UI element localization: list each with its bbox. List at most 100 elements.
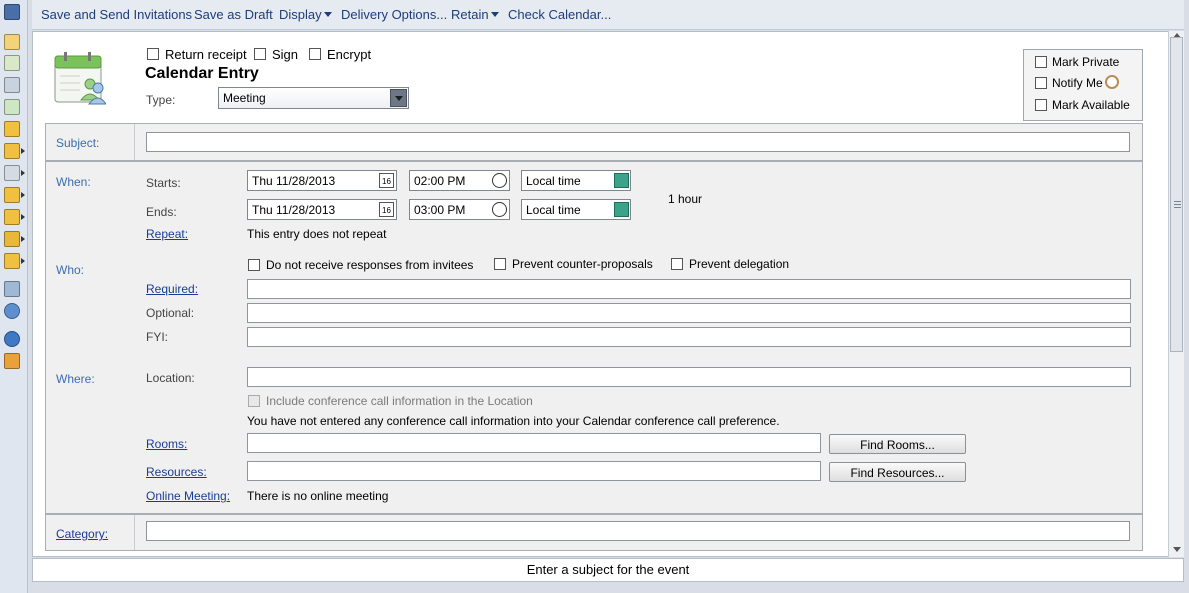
display-menu[interactable]: Display [279, 7, 332, 22]
globe-icon[interactable] [4, 303, 20, 319]
type-select[interactable]: Meeting [218, 87, 409, 109]
start-date-field[interactable]: Thu 11/28/2013 16 [247, 170, 397, 191]
prevent-delegation-checkbox[interactable] [671, 258, 683, 270]
end-date-field[interactable]: Thu 11/28/2013 16 [247, 199, 397, 220]
alarm-clock-icon[interactable] [1105, 75, 1119, 89]
arrow-right-icon[interactable] [21, 148, 25, 154]
scroll-down-icon[interactable] [1173, 547, 1181, 552]
start-date-value: Thu 11/28/2013 [252, 174, 336, 188]
retain-menu[interactable]: Retain [451, 7, 499, 22]
rooms-link[interactable]: Rooms: [146, 437, 187, 451]
prevent-delegation-label: Prevent delegation [689, 257, 790, 271]
conference-note: You have not entered any conference call… [247, 414, 780, 428]
folder-icon[interactable] [4, 187, 20, 203]
contacts-icon[interactable] [4, 77, 20, 93]
calendar-picker-icon[interactable]: 16 [379, 202, 394, 217]
end-time-field[interactable]: 03:00 PM [409, 199, 510, 220]
end-timezone-field[interactable]: Local time [521, 199, 631, 220]
notify-me-checkbox[interactable] [1035, 77, 1047, 89]
required-link[interactable]: Required: [146, 282, 198, 296]
find-resources-button[interactable]: Find Resources... [829, 462, 966, 482]
fyi-label: FYI: [146, 330, 169, 344]
optional-input[interactable] [247, 303, 1131, 323]
clock-icon[interactable] [492, 173, 507, 188]
new-mail-icon[interactable] [4, 34, 20, 50]
folder-icon[interactable] [4, 209, 20, 225]
delivery-options-button[interactable]: Delivery Options... [341, 7, 447, 22]
where-label: Where: [56, 372, 95, 386]
save-as-draft-button[interactable]: Save as Draft [194, 7, 273, 22]
layout-icon[interactable] [4, 165, 20, 181]
calendar-icon[interactable] [4, 55, 20, 71]
calendar-badge: 16 [382, 206, 391, 215]
mark-available-checkbox[interactable] [1035, 99, 1047, 111]
arrow-right-icon[interactable] [21, 192, 25, 198]
globe-icon[interactable] [614, 202, 629, 217]
conference-checkbox[interactable] [248, 395, 260, 407]
no-responses-checkbox[interactable] [248, 259, 260, 271]
caret-down-icon [490, 12, 499, 17]
vertical-scrollbar[interactable] [1168, 31, 1184, 557]
folder-icon[interactable] [4, 253, 20, 269]
options-panel: Mark Private Notify Me Mark Available [1023, 49, 1143, 121]
required-input[interactable] [247, 279, 1131, 299]
arrow-right-icon[interactable] [21, 214, 25, 220]
calendar-entry-icon [54, 50, 107, 106]
globe-icon[interactable] [614, 173, 629, 188]
category-link[interactable]: Category: [56, 527, 108, 541]
encrypt-checkbox[interactable] [309, 48, 321, 60]
starts-label: Starts: [146, 176, 181, 190]
optional-label: Optional: [146, 306, 195, 320]
mark-available-label: Mark Available [1052, 98, 1130, 112]
resources-link[interactable]: Resources: [146, 465, 207, 479]
subject-section: Subject: [45, 123, 1143, 161]
status-text: Enter a subject for the event [526, 562, 690, 577]
save-and-send-button[interactable]: Save and Send Invitations [41, 7, 192, 22]
arrow-right-icon[interactable] [21, 170, 25, 176]
return-receipt-checkbox[interactable] [147, 48, 159, 60]
help-icon[interactable] [4, 331, 20, 347]
clock-icon[interactable] [492, 202, 507, 217]
prevent-counter-checkbox[interactable] [494, 258, 506, 270]
online-meeting-link[interactable]: Online Meeting: [146, 489, 230, 503]
calendar-picker-icon[interactable]: 16 [379, 173, 394, 188]
toolbar: Save and Send Invitations Save as Draft … [32, 0, 1184, 30]
type-select-value: Meeting [223, 91, 266, 105]
calendar-badge: 16 [382, 177, 391, 186]
chevron-down-icon[interactable] [390, 89, 407, 107]
start-timezone-field[interactable]: Local time [521, 170, 631, 191]
status-bar: Enter a subject for the event [32, 558, 1184, 582]
repeat-text: This entry does not repeat [247, 227, 387, 241]
left-toolbar [0, 0, 28, 593]
resources-input[interactable] [247, 461, 821, 481]
conference-label: Include conference call information in t… [266, 394, 533, 408]
binoculars-icon[interactable] [4, 4, 20, 20]
find-rooms-button[interactable]: Find Rooms... [829, 434, 966, 454]
arrow-right-icon[interactable] [21, 258, 25, 264]
pen-icon[interactable] [4, 281, 20, 297]
rooms-input[interactable] [247, 433, 821, 453]
location-input[interactable] [247, 367, 1131, 387]
scroll-thumb[interactable] [1170, 37, 1183, 352]
online-meeting-text: There is no online meeting [247, 489, 389, 503]
location-label: Location: [146, 371, 195, 385]
mark-private-checkbox[interactable] [1035, 56, 1047, 68]
task-icon[interactable] [4, 99, 20, 115]
folder-icon[interactable] [4, 231, 20, 247]
encrypt-label: Encrypt [327, 47, 372, 62]
check-calendar-button[interactable]: Check Calendar... [508, 7, 611, 22]
subject-input[interactable] [146, 132, 1130, 152]
arrow-right-icon[interactable] [21, 236, 25, 242]
repeat-link[interactable]: Repeat: [146, 227, 188, 241]
page-title: Calendar Entry [145, 65, 259, 82]
category-section: Category: [45, 514, 1143, 551]
folder-icon[interactable] [4, 143, 20, 159]
home-icon[interactable] [4, 353, 20, 369]
category-input[interactable] [146, 521, 1130, 541]
sign-checkbox[interactable] [254, 48, 266, 60]
fyi-input[interactable] [247, 327, 1131, 347]
when-label: When: [56, 175, 91, 189]
start-time-field[interactable]: 02:00 PM [409, 170, 510, 191]
ends-label: Ends: [146, 205, 177, 219]
sync-icon[interactable] [4, 121, 20, 137]
